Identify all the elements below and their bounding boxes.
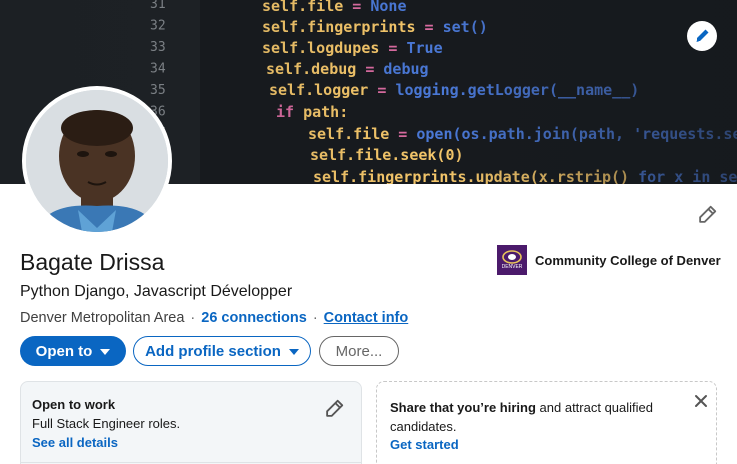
open-to-label: Open to bbox=[35, 342, 93, 360]
caret-down-icon bbox=[100, 349, 111, 355]
close-hiring-card-button[interactable] bbox=[691, 391, 711, 411]
card-divider bbox=[21, 462, 361, 463]
profile-headline: Python Django, Javascript Développer bbox=[20, 283, 293, 300]
edit-open-to-work-button[interactable] bbox=[323, 398, 347, 422]
location-row: Denver Metropolitan Area · 26 connections ·… bbox=[20, 309, 408, 327]
separator-dot: · bbox=[190, 310, 196, 326]
more-button[interactable]: More... bbox=[319, 336, 399, 366]
edit-cover-button[interactable] bbox=[687, 21, 717, 51]
open-to-work-card: Open to work Full Stack Engineer roles. … bbox=[20, 381, 362, 464]
school-name: Community College of Denver bbox=[535, 252, 721, 268]
get-started-link[interactable]: Get started bbox=[390, 437, 459, 452]
hiring-text: Share that you’re hiring and attract qua… bbox=[390, 398, 680, 436]
avatar-photo bbox=[26, 90, 168, 232]
edit-intro-button[interactable] bbox=[692, 200, 722, 230]
see-all-details-link[interactable]: See all details bbox=[32, 435, 118, 450]
hiring-bold-text: Share that you’re hiring bbox=[390, 400, 536, 415]
profile-avatar[interactable] bbox=[22, 86, 172, 236]
pencil-icon bbox=[326, 399, 344, 417]
pencil-icon bbox=[696, 29, 709, 42]
connections-link[interactable]: 26 connections bbox=[201, 310, 307, 326]
hiring-card: Share that you’re hiring and attract qua… bbox=[376, 381, 717, 464]
profile-name: Bagate Drissa bbox=[20, 249, 165, 275]
school-logo-text: DENVER bbox=[501, 264, 523, 270]
open-to-work-title: Open to work bbox=[32, 397, 116, 412]
open-to-work-roles: Full Stack Engineer roles. bbox=[32, 416, 181, 431]
pencil-icon bbox=[699, 205, 717, 223]
open-to-button[interactable]: Open to bbox=[20, 336, 126, 366]
location-text: Denver Metropolitan Area bbox=[20, 310, 185, 326]
add-section-label: Add profile section bbox=[145, 342, 281, 360]
school-logo: DENVER bbox=[497, 245, 527, 275]
add-profile-section-button[interactable]: Add profile section bbox=[133, 336, 311, 366]
education-entry[interactable]: DENVER Community College of Denver bbox=[497, 245, 721, 275]
school-crest-icon bbox=[502, 250, 522, 264]
close-icon bbox=[695, 395, 707, 407]
contact-info-link[interactable]: Contact info bbox=[324, 310, 409, 326]
separator-dot: · bbox=[312, 310, 318, 326]
caret-down-icon bbox=[288, 349, 299, 355]
